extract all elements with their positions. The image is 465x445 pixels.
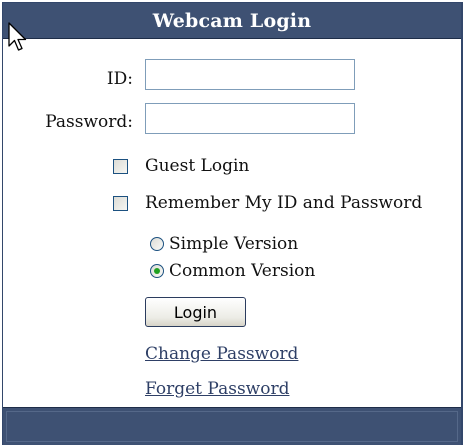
footer-bar bbox=[3, 407, 461, 445]
id-label: ID: bbox=[106, 69, 133, 89]
change-password-link[interactable]: Change Password bbox=[145, 344, 298, 364]
footer-inner-frame bbox=[6, 411, 458, 442]
password-input[interactable] bbox=[145, 103, 355, 134]
remember-checkbox-box[interactable] bbox=[113, 195, 128, 211]
guest-login-label: Guest Login bbox=[145, 156, 250, 176]
id-input[interactable] bbox=[145, 59, 355, 90]
radio-simple-version[interactable]: Simple Version bbox=[150, 234, 298, 254]
mouse-pointer-icon bbox=[8, 22, 27, 51]
guest-login-checkbox-box[interactable] bbox=[113, 158, 128, 174]
webcam-login-panel: Webcam Login ID: Password: Guest Login R… bbox=[2, 2, 463, 445]
login-button[interactable]: Login bbox=[145, 297, 246, 327]
radio-simple-version-button[interactable] bbox=[150, 237, 164, 251]
header-title: Webcam Login bbox=[152, 9, 312, 32]
remember-checkbox[interactable]: Remember My ID and Password bbox=[113, 193, 422, 213]
radio-simple-version-label: Simple Version bbox=[169, 234, 299, 254]
password-label: Password: bbox=[45, 112, 133, 132]
radio-common-version-label: Common Version bbox=[169, 261, 316, 281]
radio-common-version[interactable]: Common Version bbox=[150, 261, 315, 281]
header-bar: Webcam Login bbox=[3, 3, 461, 39]
forget-password-link[interactable]: Forget Password bbox=[145, 379, 289, 399]
guest-login-checkbox[interactable]: Guest Login bbox=[113, 156, 249, 176]
radio-common-version-button[interactable] bbox=[150, 264, 164, 278]
remember-label: Remember My ID and Password bbox=[145, 193, 423, 213]
